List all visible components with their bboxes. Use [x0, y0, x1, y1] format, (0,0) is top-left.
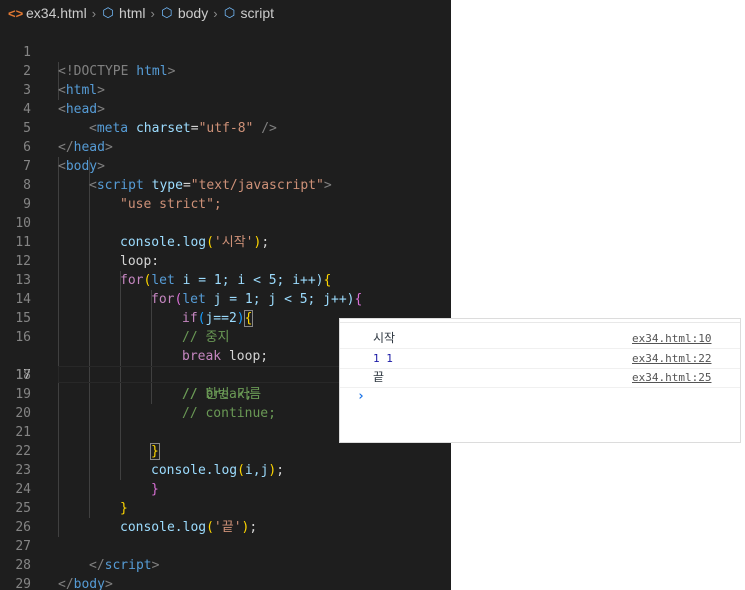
code-line: 23 } [0, 442, 451, 497]
console-message-row: 시작 ex34.html:10 [340, 329, 740, 349]
code-line: 3 <head> [0, 62, 451, 117]
chevron-right-icon: › [91, 5, 97, 21]
breadcrumb-item-body[interactable]: body [178, 5, 208, 21]
code-editor[interactable]: <> ex34.html › ⬡ html › ⬡ body › ⬡ scrip… [0, 0, 451, 590]
code-line: 13 for(let j = 1; j < 5; j++){ [0, 252, 451, 307]
code-line: 28 </body> [0, 537, 451, 590]
console-top-divider [340, 319, 740, 323]
code-line: 30 [0, 575, 451, 590]
code-line: 12 for(let i = 1; i < 5; i++){ [0, 233, 451, 288]
code-line: 10 console.log('시작'); [0, 195, 451, 250]
code-line: 1 <!DOCTYPE html> [0, 24, 451, 79]
console-message-row: 1 1 ex34.html:22 [340, 349, 740, 369]
code-area[interactable]: 1 <!DOCTYPE html> 2 <html> 3 <head> 4 <m… [0, 24, 451, 590]
console-message-row: 끝 ex34.html:25 [340, 368, 740, 388]
code-line: 27 </script> [0, 518, 451, 573]
code-line: 9 [0, 176, 451, 212]
chevron-right-icon: › [150, 5, 155, 21]
breadcrumb: <> ex34.html › ⬡ html › ⬡ body › ⬡ scrip… [0, 0, 451, 26]
console-message: 끝 [373, 370, 385, 384]
code-line: 25 console.log('끝'); [0, 480, 451, 535]
console-source-link[interactable]: ex34.html:10 [632, 329, 711, 348]
code-line: 11 loop: [0, 214, 451, 269]
code-line: 5 </head> [0, 100, 451, 155]
code-line: 29 </html> [0, 556, 451, 590]
code-line: 15 // 중지 [0, 290, 451, 345]
code-line: 26 [0, 499, 451, 535]
console-source-link[interactable]: ex34.html:22 [632, 349, 711, 368]
breadcrumb-item-script[interactable]: script [241, 5, 274, 21]
code-line: 8 "use strict"; [0, 157, 451, 212]
devtools-console[interactable]: 시작 ex34.html:10 1 1 ex34.html:22 끝 ex34.… [339, 318, 741, 443]
code-line: 24 } [0, 461, 451, 516]
code-line: 6 <body> [0, 119, 451, 174]
breadcrumb-file[interactable]: ex34.html [26, 5, 87, 21]
chevron-right-icon: › [213, 5, 218, 21]
breadcrumb-item-html[interactable]: html [119, 5, 145, 21]
html-file-icon: <> [8, 5, 24, 21]
code-line: 14 if(j==2){ [0, 271, 451, 327]
code-line: 4 <meta charset="utf-8" /> [0, 81, 451, 136]
console-source-link[interactable]: ex34.html:25 [632, 368, 711, 387]
console-message: 시작 [373, 331, 396, 345]
code-line: 7 <script type="text/javascript"> [0, 138, 451, 193]
symbol-element-icon: ⬡ [161, 5, 173, 20]
console-message: 1 1 [373, 352, 393, 365]
code-line: 2 <html> [0, 43, 451, 98]
symbol-element-icon: ⬡ [102, 5, 114, 20]
console-prompt-icon[interactable]: › [357, 389, 365, 404]
symbol-element-icon: ⬡ [223, 5, 236, 20]
